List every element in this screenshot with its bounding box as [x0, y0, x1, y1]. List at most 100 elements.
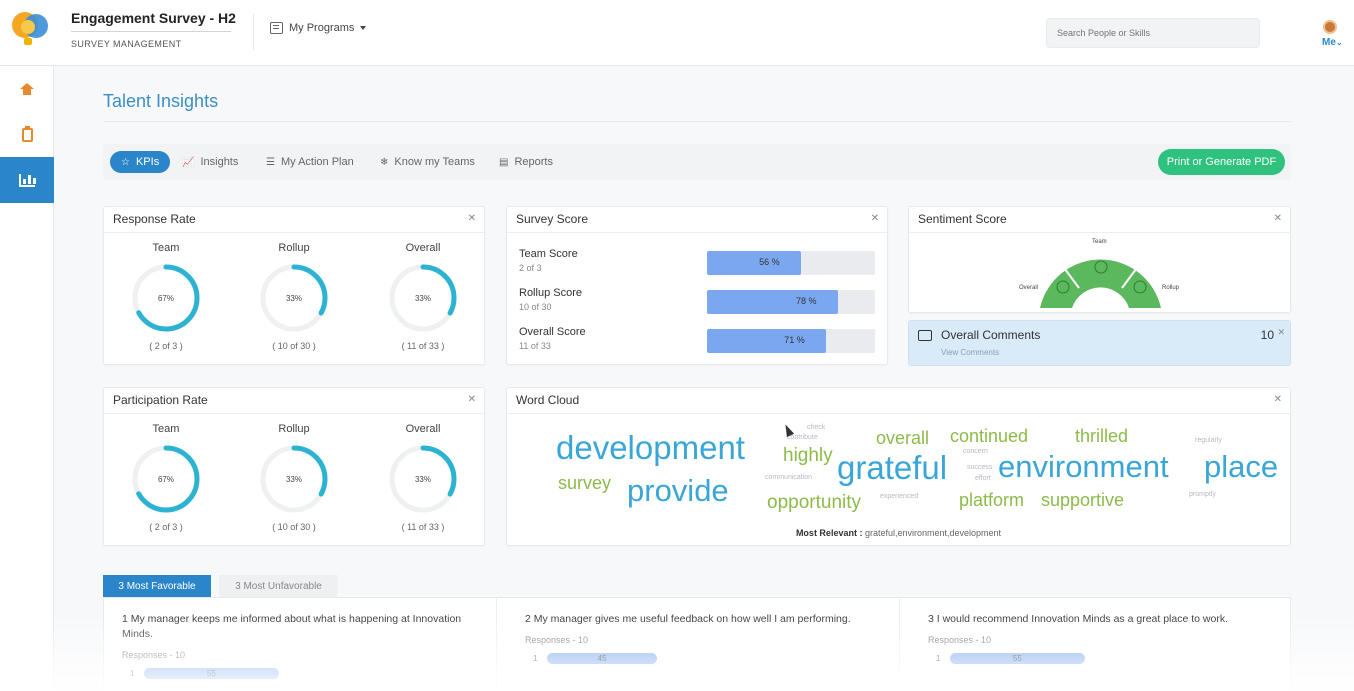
me-menu[interactable]: Me⌄ [1322, 37, 1343, 48]
user-avatar[interactable] [1323, 20, 1337, 34]
sentiment-gauge: Overall Team Rollup [1019, 239, 1180, 308]
tab-most-favorable[interactable]: 3 Most Favorable [103, 575, 211, 597]
response-rate-card: Response Rate ✕ Team 67% ( 2 of 3 ) Roll… [103, 206, 485, 365]
list-icon: ☰ [266, 156, 275, 168]
search-input[interactable] [1046, 18, 1260, 48]
card-title: Sentiment Score [918, 212, 1007, 226]
app-logo[interactable] [8, 10, 50, 48]
favorable-bar: 55 [144, 668, 279, 679]
word-supportive[interactable]: supportive [1041, 491, 1124, 509]
comments-count: 10 [1260, 328, 1274, 342]
my-programs-menu[interactable]: My Programs [270, 22, 367, 34]
word-thrilled[interactable]: thrilled [1075, 427, 1128, 445]
ring-team: Team 67% ( 2 of 3 ) [116, 242, 216, 351]
favorable-bar-row: 1 55 [122, 668, 482, 680]
ring-label: Rollup [278, 423, 310, 435]
word-development[interactable]: development [556, 431, 745, 464]
score-pct: 71 % [784, 335, 805, 345]
insights-tab-bar: ☆ KPIs 📈 Insights ☰ My Action Plan ❄ Kno… [103, 144, 1291, 180]
overall-comments-card[interactable]: Overall Comments View Comments 10 ✕ [908, 320, 1291, 366]
close-icon[interactable]: ✕ [468, 213, 476, 224]
ring-pct: 67% [158, 475, 174, 484]
close-icon[interactable]: ✕ [1274, 213, 1282, 224]
sidebar-item-insights[interactable] [0, 157, 54, 203]
ring-count: ( 11 of 33 ) [401, 341, 445, 351]
card-title: Response Rate [113, 212, 196, 226]
word-experienced[interactable]: experienced [880, 493, 918, 500]
tab-insights-label: Insights [200, 156, 239, 168]
word-promptly[interactable]: promptly [1189, 491, 1216, 498]
word-highly[interactable]: highly [783, 446, 833, 465]
progress-ring: 67% [132, 264, 200, 332]
word-provide[interactable]: provide [627, 475, 729, 506]
bar-row-number: 1 [936, 654, 941, 663]
card-header: Participation Rate ✕ [104, 388, 484, 414]
survey-score-card: Survey Score ✕ Team Score 2 of 3 56 % Ro… [506, 206, 888, 365]
tab-insights[interactable]: 📈 Insights [182, 151, 238, 173]
word-contribute[interactable]: contribute [787, 434, 818, 441]
tab-kpis[interactable]: ☆ KPIs [110, 151, 171, 173]
word-effort[interactable]: effort [975, 475, 991, 482]
score-bar-fill [707, 329, 827, 353]
word-environment[interactable]: environment [998, 451, 1169, 482]
word-communication[interactable]: communication [765, 474, 812, 481]
ring-rollup: Rollup 33% ( 10 of 30 ) [244, 423, 344, 532]
close-icon[interactable]: ✕ [1274, 394, 1282, 405]
word-regularly[interactable]: regularly [1195, 437, 1222, 444]
gauge-label-overall: Overall [1019, 285, 1038, 291]
word-concern[interactable]: concern [963, 448, 988, 455]
word-success[interactable]: success [967, 464, 992, 471]
close-icon[interactable]: ✕ [1277, 327, 1285, 338]
close-icon[interactable]: ✕ [871, 213, 879, 224]
chevron-down-icon: ⌄ [1335, 38, 1343, 47]
sidebar-item-surveys[interactable] [0, 112, 54, 158]
view-comments-link[interactable]: View Comments [941, 348, 999, 357]
favorable-question: 2 My manager gives me useful feedback on… [525, 613, 851, 625]
my-programs-label: My Programs [289, 22, 355, 34]
sidebar-item-home[interactable] [0, 66, 54, 112]
ring-count: ( 2 of 3 ) [149, 341, 183, 351]
ring-team: Team 67% ( 2 of 3 ) [116, 423, 216, 532]
page-title: Talent Insights [103, 91, 219, 111]
favorable-bar: 55 [950, 653, 1085, 664]
tab-action-plan[interactable]: ☰ My Action Plan [266, 151, 354, 173]
word-survey[interactable]: survey [558, 474, 611, 492]
ring-label: Rollup [278, 242, 310, 254]
tab-most-unfavorable[interactable]: 3 Most Unfavorable [219, 575, 338, 597]
progress-ring: 33% [260, 264, 328, 332]
ring-count: ( 10 of 30 ) [272, 341, 316, 351]
favorable-bar-row: 1 55 [928, 653, 1288, 665]
tab-know-my-teams[interactable]: ❄ Know my Teams [380, 151, 475, 173]
favorable-question: 1 My manager keeps me informed about wha… [122, 613, 462, 640]
close-icon[interactable]: ✕ [468, 394, 476, 405]
star-icon: ☆ [121, 156, 130, 168]
favorable-bar-row: 1 45 [525, 653, 885, 665]
caret-down-icon [360, 26, 367, 30]
ring-pct: 33% [415, 294, 431, 303]
ring-count: ( 10 of 30 ) [272, 522, 316, 532]
print-pdf-button[interactable]: Print or Generate PDF [1158, 149, 1285, 175]
card-header: Sentiment Score ✕ [909, 207, 1290, 233]
progress-ring: 33% [389, 445, 457, 513]
progress-ring: 33% [389, 264, 457, 332]
word-check[interactable]: check [807, 424, 825, 431]
word-platform[interactable]: platform [959, 491, 1024, 509]
ring-count: ( 11 of 33 ) [401, 522, 445, 532]
tab-reports[interactable]: ▤ Reports [499, 151, 553, 173]
card-title: Survey Score [516, 212, 589, 226]
ring-pct: 33% [415, 475, 431, 484]
tab-action-plan-label: My Action Plan [280, 156, 354, 168]
word-continued[interactable]: continued [950, 427, 1028, 445]
word-opportunity[interactable]: opportunity [767, 493, 861, 512]
ring-overall: Overall 33% ( 11 of 33 ) [373, 423, 473, 532]
ring-pct: 33% [286, 475, 302, 484]
column-divider [496, 598, 497, 691]
word-overall[interactable]: overall [876, 429, 929, 447]
ring-label: Overall [405, 423, 441, 435]
score-bar-track: 78 % [707, 290, 875, 314]
word-place[interactable]: place [1204, 451, 1278, 482]
ring-pct: 33% [286, 294, 302, 303]
favorable-item: 3 I would recommend Innovation Minds as … [928, 612, 1288, 665]
favorable-responses: Responses - 10 [122, 650, 186, 660]
word-grateful[interactable]: grateful [837, 451, 947, 484]
